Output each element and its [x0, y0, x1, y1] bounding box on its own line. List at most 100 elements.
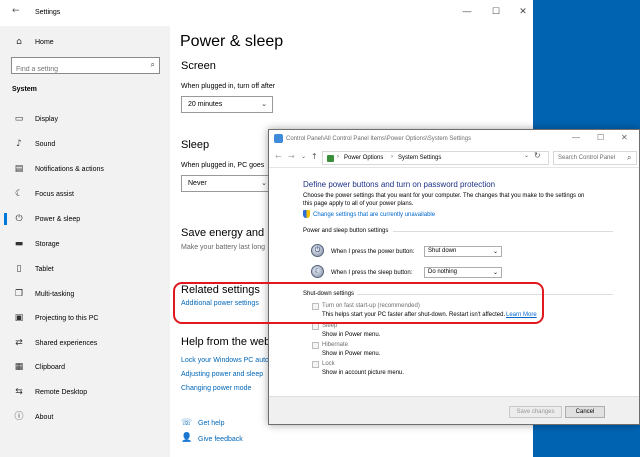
highlight-annotation [173, 282, 544, 324]
sidebar-item-tablet[interactable]: ▯ Tablet [0, 258, 170, 280]
sidebar-item-multi-tasking[interactable]: ❐ Multi-tasking [0, 283, 170, 305]
sidebar-item-projecting-to-this-pc[interactable]: ▣ Projecting to this PC [0, 307, 170, 329]
sidebar-item-home[interactable]: ⌂ Home [0, 31, 170, 53]
sidebar-item-label: Clipboard [35, 363, 65, 371]
cp-heading: Define power buttons and turn on passwor… [303, 180, 496, 189]
search-input[interactable] [12, 62, 142, 77]
sidebar-item-sound[interactable]: ♪ Sound [0, 133, 170, 155]
breadcrumb-system-settings[interactable]: System Settings [398, 155, 441, 161]
control-panel-window: Control Panel\All Control Panel Items\Po… [268, 129, 640, 425]
info-icon: ⓘ [14, 412, 24, 422]
power-button-select[interactable]: Shut down ⌄ [424, 246, 502, 257]
sidebar-item-storage[interactable]: ▬ Storage [0, 233, 170, 255]
help-heading: Help from the web [181, 336, 271, 348]
home-icon: ⌂ [16, 37, 22, 47]
sidebar-item-label: Power & sleep [35, 215, 81, 223]
sidebar-item-clipboard[interactable]: ▦ Clipboard [0, 356, 170, 378]
shield-icon [303, 210, 310, 218]
screen-timeout-dropdown[interactable]: 20 minutes ⌄ [181, 96, 273, 113]
screen-timeout-value: 20 minutes [188, 101, 223, 108]
sleep-heading: Sleep [181, 139, 210, 151]
screen-heading: Screen [181, 60, 216, 72]
sidebar-item-label: Notifications & actions [35, 165, 104, 173]
help-icon: ☏ [181, 418, 193, 428]
cp-minimize-button[interactable]: — [572, 133, 580, 142]
settings-titlebar: ← Settings — ☐ ✕ [0, 0, 533, 26]
recent-chevron-icon[interactable]: ⌄ [301, 153, 306, 160]
sidebar-item-label: Shared experiences [35, 339, 98, 347]
sidebar-item-remote-desktop[interactable]: ⇆ Remote Desktop [0, 381, 170, 403]
forward-arrow-icon[interactable]: → [288, 152, 295, 161]
sidebar-item-focus-assist[interactable]: ☾ Focus assist [0, 183, 170, 205]
remote-icon: ⇆ [15, 387, 23, 397]
chevron-down-icon: ⌄ [492, 269, 498, 276]
sleep-timeout-value: Never [188, 180, 207, 187]
sidebar-home-label: Home [35, 38, 54, 46]
cp-search-placeholder: Search Control Panel [558, 155, 616, 161]
cp-search-field[interactable]: Search Control Panel ⌕ [553, 151, 637, 165]
cp-titlebar: Control Panel\All Control Panel Items\Po… [269, 130, 639, 148]
cp-intro-line1: Choose the power settings that you want … [303, 193, 585, 199]
moon-icon: ☾ [14, 189, 24, 199]
address-field[interactable]: › Power Options › System Settings [322, 151, 549, 165]
hibernate-option-desc: Show in Power menu. [322, 351, 381, 357]
lock-option-desc: Show in account picture menu. [322, 370, 405, 376]
sleep-checkbox[interactable] [312, 323, 319, 330]
sidebar-item-label: Sound [35, 140, 56, 148]
notifications-icon: ▤ [14, 164, 24, 174]
give-feedback-link[interactable]: Give feedback [198, 436, 243, 443]
chevron-down-icon: ⌄ [492, 248, 498, 255]
cp-title: Control Panel\All Control Panel Items\Po… [286, 136, 472, 142]
breadcrumb-separator-icon: › [337, 154, 339, 160]
close-button[interactable]: ✕ [511, 6, 533, 17]
search-icon: ⌕ [627, 153, 632, 162]
get-help-link[interactable]: Get help [198, 420, 224, 427]
sidebar-item-label: Projecting to this PC [35, 314, 99, 322]
sidebar-item-label: Storage [35, 240, 60, 248]
chevron-down-icon: ⌄ [261, 179, 267, 187]
search-icon: ⌕ [150, 60, 155, 69]
cancel-button[interactable]: Cancel [565, 406, 605, 418]
lock-checkbox[interactable] [312, 361, 319, 368]
cp-maximize-button[interactable]: ☐ [597, 133, 604, 142]
control-panel-icon [274, 134, 283, 143]
maximize-button[interactable]: ☐ [484, 6, 508, 17]
sidebar-item-label: About [35, 413, 54, 421]
display-icon: ▭ [14, 114, 24, 124]
refresh-icon[interactable]: ↻ [534, 151, 541, 160]
save-energy-heading: Save energy and ba [181, 227, 280, 239]
cp-intro-line2: this page apply to all of your power pla… [303, 201, 414, 207]
tablet-icon: ▯ [16, 264, 22, 274]
sleep-button-select[interactable]: Do nothing ⌄ [424, 267, 502, 278]
page-title: Power & sleep [180, 33, 284, 50]
sleep-timeout-dropdown[interactable]: Never ⌄ [181, 175, 273, 192]
address-dropdown-icon[interactable]: ⌄ [524, 152, 529, 159]
power-button-icon: ⏻ [311, 244, 324, 257]
breadcrumb-power-options[interactable]: Power Options [344, 155, 383, 161]
help-link[interactable]: Adjusting power and sleep [181, 371, 263, 378]
help-link[interactable]: Changing power mode [181, 385, 251, 392]
sleep-option-desc: Show in Power menu. [322, 332, 381, 338]
minimize-button[interactable]: — [455, 6, 479, 16]
sidebar-item-shared-experiences[interactable]: ⇄ Shared experiences [0, 332, 170, 354]
hibernate-checkbox[interactable] [312, 342, 319, 349]
cp-close-button[interactable]: ✕ [621, 133, 628, 142]
up-arrow-icon[interactable]: ↑ [311, 152, 318, 161]
change-settings-link[interactable]: Change settings that are currently unava… [313, 212, 435, 218]
section-label: System [12, 86, 37, 93]
multitasking-icon: ❐ [14, 289, 24, 299]
back-arrow-icon[interactable]: ← [12, 6, 20, 16]
sidebar-item-power-sleep[interactable]: ⏻ Power & sleep [0, 208, 170, 230]
back-arrow-icon[interactable]: ← [275, 152, 282, 161]
sidebar-item-notifications-actions[interactable]: ▤ Notifications & actions [0, 158, 170, 180]
sidebar-item-about[interactable]: ⓘ About [0, 406, 170, 428]
sidebar-item-display[interactable]: ▭ Display [0, 108, 170, 130]
storage-icon: ▬ [14, 239, 24, 249]
search-field[interactable]: ⌕ [11, 57, 160, 77]
power-options-icon [327, 155, 334, 162]
cp-address-bar: ← → ⌄ ↑ › Power Options › System Setting… [269, 148, 639, 168]
power-group-label: Power and sleep button settings [303, 228, 389, 234]
save-changes-button[interactable]: Save changes [509, 406, 562, 418]
breadcrumb-separator-icon: › [391, 154, 393, 160]
help-link[interactable]: Lock your Windows PC auto [181, 357, 269, 364]
